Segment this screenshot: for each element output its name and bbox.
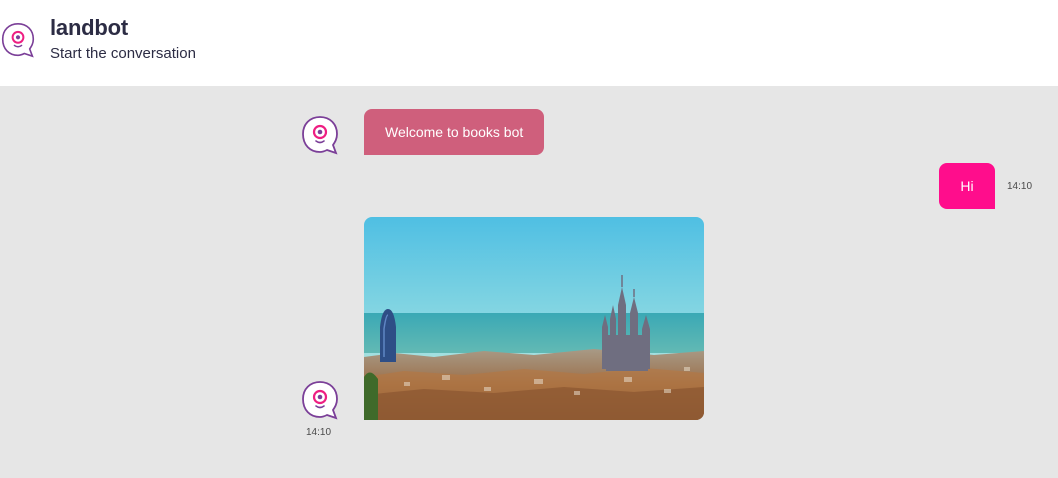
chat-header: landbot Start the conversation — [0, 0, 1058, 86]
bot-avatar-icon — [302, 116, 338, 155]
chat-area[interactable]: Welcome to books bot Hi 14:10 14:10 — [0, 86, 1058, 478]
bot-title: landbot — [50, 15, 129, 40]
bot-avatar-icon — [302, 381, 338, 420]
bot-image-message[interactable] — [364, 217, 704, 420]
bot-message-time: 14:10 — [306, 427, 332, 438]
city-skyline-photo — [364, 217, 704, 420]
user-message-time: 14:10 — [1007, 181, 1033, 192]
user-message-bubble: Hi — [939, 163, 995, 209]
landbot-logo-icon — [1, 22, 35, 58]
bot-message-bubble: Welcome to books bot — [364, 109, 545, 155]
bot-subtitle: Start the conversation — [50, 45, 196, 62]
